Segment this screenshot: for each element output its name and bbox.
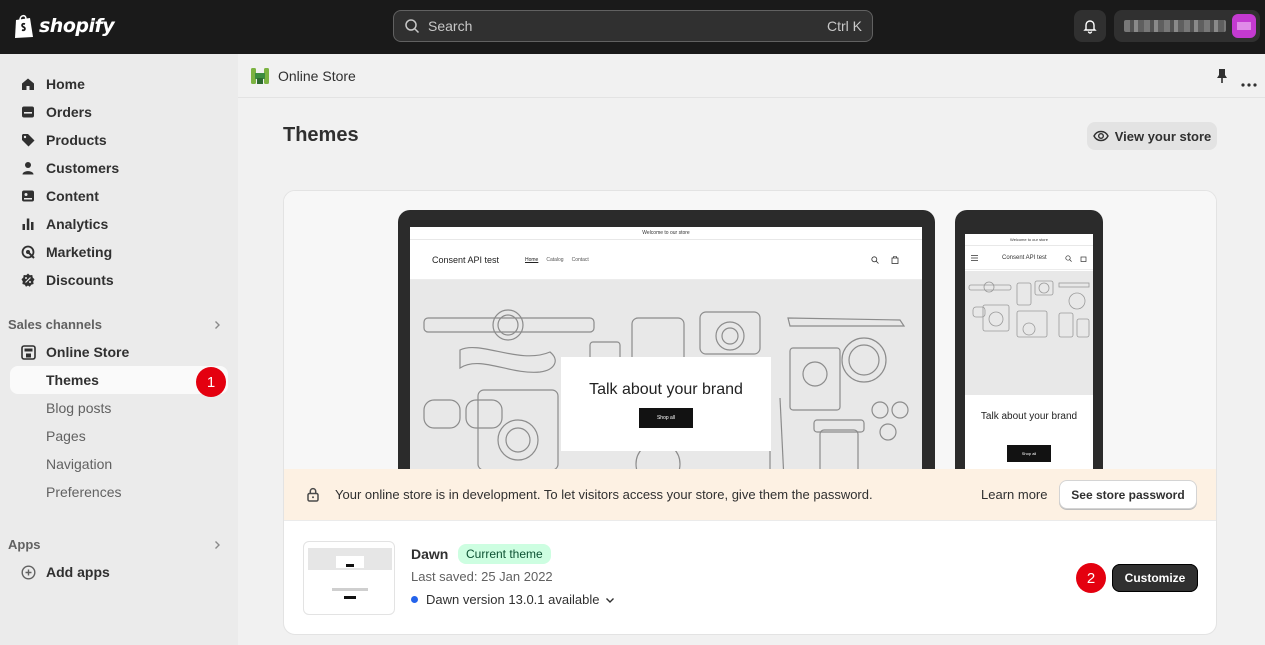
search-input[interactable]: Search Ctrl K (393, 10, 873, 42)
search-placeholder: Search (428, 18, 473, 34)
orders-icon (20, 104, 36, 120)
logo-wordmark: shopify (39, 15, 115, 37)
mobile-hero-illustration (965, 271, 1093, 395)
thumbnail-text (332, 588, 368, 591)
chevron-right-icon (215, 540, 220, 549)
mobile-hero-heading: Talk about your brand (980, 411, 1078, 422)
target-icon (20, 244, 36, 260)
shopify-logo[interactable]: shopify (13, 13, 115, 39)
sidebar-item-home[interactable]: Home (10, 70, 228, 98)
hamburger-icon (971, 255, 978, 261)
person-icon (20, 160, 36, 176)
mobile-preview-screen: Welcome to our store Consent API test Ta… (965, 234, 1093, 469)
theme-preview[interactable]: Welcome to our store Consent API test Ho… (284, 191, 1216, 469)
hero-shop-all-button: Shop all (639, 408, 693, 428)
lock-icon (307, 487, 319, 502)
search-icon (871, 256, 879, 264)
learn-more-link[interactable]: Learn more (981, 487, 1047, 502)
customize-button[interactable]: Customize (1112, 564, 1198, 592)
ellipsis-icon (1241, 83, 1257, 87)
preview-nav: Home Catalog Contact (525, 257, 589, 263)
hero-heading: Talk about your brand (589, 381, 743, 398)
preview-header: Consent API test Home Catalog Contact (410, 240, 922, 280)
cart-icon (1080, 256, 1087, 262)
search-icon (405, 19, 420, 34)
storefront-icon (20, 344, 36, 360)
mobile-preview-header: Consent API test (965, 246, 1093, 270)
hero-illustration: Talk about your brand Shop all (410, 280, 922, 469)
online-store-app-icon (251, 68, 269, 84)
mobile-product-illustration (968, 280, 1090, 338)
plus-circle-icon (20, 564, 36, 580)
sidebar-item-discounts[interactable]: Discounts (10, 266, 228, 294)
desktop-preview-frame: Welcome to our store Consent API test Ho… (398, 210, 935, 469)
sidebar-item-products[interactable]: Products (10, 126, 228, 154)
last-saved-text: Last saved: 25 Jan 2022 (411, 569, 553, 584)
sidebar-item-marketing[interactable]: Marketing (10, 238, 228, 266)
sales-channels-header[interactable]: Sales channels (8, 317, 222, 332)
thumbnail-button (346, 564, 354, 567)
more-options-button[interactable] (1241, 74, 1257, 90)
sidebar-item-navigation[interactable]: Navigation (10, 450, 228, 478)
top-bar: shopify Search Ctrl K (0, 0, 1265, 54)
sidebar-item-content[interactable]: Content (10, 182, 228, 210)
search-icon (1065, 255, 1072, 262)
discount-icon (20, 272, 36, 288)
shopify-bag-icon (15, 14, 33, 38)
theme-thumbnail[interactable] (303, 541, 395, 615)
sidebar-item-add-apps[interactable]: Add apps (10, 558, 228, 586)
home-icon (20, 76, 36, 92)
account-menu-button[interactable] (1114, 10, 1260, 42)
bell-icon (1083, 20, 1097, 34)
sidebar-item-preferences[interactable]: Preferences (10, 478, 228, 506)
sidebar-item-blog-posts[interactable]: Blog posts (10, 394, 228, 422)
sidebar-item-pages[interactable]: Pages (10, 422, 228, 450)
theme-version-toggle[interactable]: Dawn version 13.0.1 available (411, 592, 615, 607)
content-icon (20, 188, 36, 204)
mobile-announcement-bar: Welcome to our store (965, 234, 1093, 246)
theme-name: Dawn (411, 546, 449, 562)
sidebar-item-online-store[interactable]: Online Store (10, 338, 228, 366)
step-badge-1: 1 (196, 367, 226, 397)
apps-header[interactable]: Apps (8, 537, 222, 552)
sidebar: Home Orders Products Customers Content A… (0, 54, 238, 645)
pin-icon (1217, 69, 1227, 83)
search-shortcut: Ctrl K (827, 18, 862, 34)
current-theme-badge: Current theme (458, 544, 551, 564)
bar-chart-icon (20, 216, 36, 232)
hero-text-box: Talk about your brand Shop all (561, 357, 771, 451)
see-store-password-button[interactable]: See store password (1059, 480, 1197, 509)
breadcrumb: Online Store (238, 54, 1265, 98)
breadcrumb-title: Online Store (278, 68, 356, 84)
sidebar-item-analytics[interactable]: Analytics (10, 210, 228, 238)
eye-icon (1092, 130, 1109, 142)
preview-store-name: Consent API test (432, 255, 500, 265)
tag-icon (20, 132, 36, 148)
development-banner: Your online store is in development. To … (284, 469, 1216, 521)
sidebar-item-customers[interactable]: Customers (10, 154, 228, 182)
mobile-shop-all-button: Shop all (1007, 445, 1051, 462)
avatar (1232, 14, 1256, 38)
step-badge-2: 2 (1076, 563, 1106, 593)
banner-message: Your online store is in development. To … (335, 487, 873, 502)
announcement-bar: Welcome to our store (410, 227, 922, 240)
cart-icon (891, 256, 899, 264)
desktop-preview-screen: Welcome to our store Consent API test Ho… (410, 227, 922, 469)
chevron-right-icon (215, 320, 220, 329)
thumbnail-button-2 (344, 596, 356, 599)
notifications-button[interactable] (1074, 10, 1106, 42)
mobile-preview-frame: Welcome to our store Consent API test Ta… (955, 210, 1103, 469)
current-theme-card: Welcome to our store Consent API test Ho… (283, 190, 1217, 635)
chevron-down-icon (606, 597, 615, 603)
account-name-redacted (1124, 20, 1226, 32)
mobile-store-name: Consent API test (1002, 255, 1047, 261)
page-title: Themes (283, 124, 359, 146)
update-dot-icon (411, 596, 418, 603)
pin-button[interactable] (1215, 68, 1229, 87)
theme-info-row: Dawn Current theme Last saved: 25 Jan 20… (284, 521, 1216, 634)
view-your-store-button[interactable]: View your store (1087, 122, 1217, 150)
sidebar-item-orders[interactable]: Orders (10, 98, 228, 126)
